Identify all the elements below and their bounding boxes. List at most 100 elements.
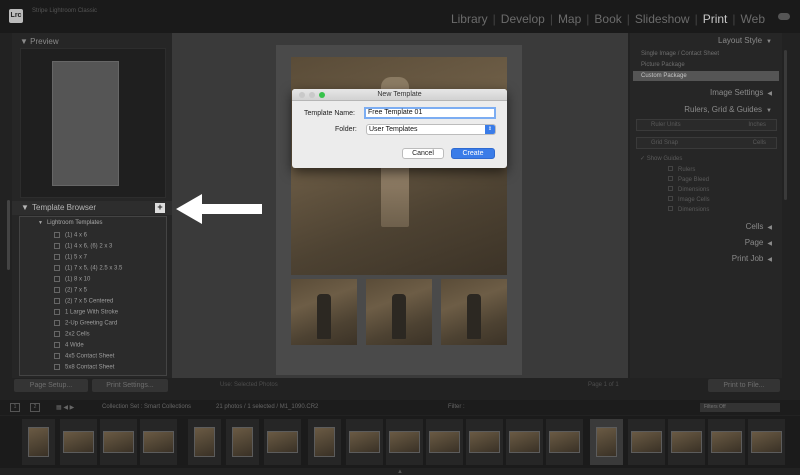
guide-option[interactable]: Image Cells: [668, 196, 710, 203]
print-settings-button[interactable]: Print Settings...: [92, 379, 168, 392]
expand-triangle-icon[interactable]: ◀: [767, 257, 772, 263]
template-name-input[interactable]: Free Template 01: [364, 107, 496, 119]
filmstrip-cell[interactable]: [628, 419, 665, 465]
filmstrip-cell[interactable]: [466, 419, 503, 465]
filmstrip-thumbnail[interactable]: [631, 431, 662, 453]
guide-option[interactable]: Dimensions: [668, 186, 709, 193]
rulers-grid-guides-header[interactable]: Rulers, Grid & Guides ▼: [684, 105, 772, 114]
cancel-button[interactable]: Cancel: [402, 148, 444, 159]
filmstrip-thumbnail[interactable]: [711, 431, 742, 453]
filmstrip-cell[interactable]: [346, 419, 383, 465]
template-item[interactable]: 4 Wide: [54, 342, 84, 349]
template-item[interactable]: 1 Large With Stroke: [54, 309, 118, 316]
collection-source[interactable]: Collection Set : Smart Collections: [102, 404, 191, 410]
page-2-button[interactable]: 2: [30, 403, 40, 412]
filmstrip-thumbnail[interactable]: [429, 431, 460, 453]
module-web[interactable]: Web: [736, 12, 770, 26]
filmstrip-cell[interactable]: [546, 419, 583, 465]
filmstrip-thumbnail[interactable]: [232, 427, 253, 457]
checkbox-icon[interactable]: [668, 186, 673, 191]
template-item[interactable]: (2) 7 x 5 Centered: [54, 298, 113, 305]
filmstrip-thumbnail[interactable]: [103, 431, 134, 453]
template-item[interactable]: 2-Up Greeting Card: [54, 320, 117, 327]
filmstrip-cell[interactable]: [308, 419, 341, 465]
page-setup-button[interactable]: Page Setup...: [14, 379, 88, 392]
checkbox-icon[interactable]: [668, 166, 673, 171]
filmstrip-thumbnail[interactable]: [596, 427, 617, 457]
filmstrip-cell[interactable]: [748, 419, 785, 465]
filmstrip-cell[interactable]: [386, 419, 423, 465]
template-item[interactable]: (1) 7 x 5, (4) 2.5 x 3.5: [54, 265, 122, 272]
module-map[interactable]: Map: [553, 12, 586, 26]
small-photo-cell[interactable]: [441, 279, 507, 345]
layout-style-custom-package[interactable]: Custom Package: [633, 71, 779, 81]
filmstrip-thumbnail[interactable]: [671, 431, 702, 453]
small-photo-cell[interactable]: [291, 279, 357, 345]
filmstrip-thumbnail[interactable]: [549, 431, 580, 453]
checkbox-icon[interactable]: [668, 176, 673, 181]
filmstrip-cell[interactable]: [226, 419, 259, 465]
folder-triangle-icon[interactable]: ▼: [38, 220, 43, 226]
filmstrip-thumbnail[interactable]: [314, 427, 335, 457]
filter-select[interactable]: Filters Off: [700, 403, 780, 412]
collapse-triangle-icon[interactable]: ▼: [766, 39, 772, 45]
page-1-button[interactable]: 1: [10, 403, 20, 412]
template-item[interactable]: 4x5 Contact Sheet: [54, 353, 114, 360]
template-item[interactable]: (2) 7 x 5: [54, 287, 87, 294]
layout-style-single-image[interactable]: Single Image / Contact Sheet: [633, 49, 779, 59]
filmstrip-thumbnail[interactable]: [143, 431, 174, 453]
layout-style-header[interactable]: Layout Style ▼: [718, 36, 772, 45]
expand-triangle-icon[interactable]: ◀: [767, 225, 772, 231]
preview-panel-title[interactable]: ▼ Preview: [20, 37, 59, 46]
checkbox-icon[interactable]: [668, 196, 673, 201]
expand-triangle-icon[interactable]: ◀: [767, 91, 772, 97]
module-book[interactable]: Book: [589, 12, 626, 26]
filmstrip-thumbnail[interactable]: [389, 431, 420, 453]
filmstrip-toggle-icon[interactable]: ▲: [397, 469, 403, 475]
add-template-button[interactable]: +: [155, 203, 165, 213]
right-panel-scrollbar[interactable]: [784, 50, 787, 200]
create-button[interactable]: Create: [451, 148, 495, 159]
guide-option[interactable]: Dimensions: [668, 206, 709, 213]
template-item[interactable]: 5x8 Contact Sheet: [54, 364, 114, 371]
template-browser-header[interactable]: ▼ Template Browser +: [12, 201, 172, 215]
filmstrip-thumbnail[interactable]: [194, 427, 215, 457]
print-to-file-button[interactable]: Print to File...: [708, 379, 780, 392]
select-arrows-icon[interactable]: ⇕: [485, 125, 495, 134]
cells-header[interactable]: Cells ◀: [746, 222, 772, 231]
folder-select[interactable]: User Templates ⇕: [366, 124, 496, 135]
filmstrip-thumbnail[interactable]: [509, 431, 540, 453]
filmstrip-cell[interactable]: [426, 419, 463, 465]
template-item[interactable]: (1) 8 x 10: [54, 276, 90, 283]
page-header[interactable]: Page ◀: [745, 238, 772, 247]
checkbox-icon[interactable]: [668, 206, 673, 211]
collapse-triangle-icon[interactable]: ▼: [766, 108, 772, 114]
filmstrip-thumbnail[interactable]: [349, 431, 380, 453]
grid-snap-field[interactable]: Grid Snap Cells: [636, 137, 777, 149]
module-develop[interactable]: Develop: [496, 12, 550, 26]
template-item[interactable]: (1) 4 x 6, (6) 2 x 3: [54, 243, 112, 250]
grid-view-icon[interactable]: ▦ ◀ ▶: [56, 404, 74, 411]
layout-style-picture-package[interactable]: Picture Package: [633, 60, 779, 70]
module-library[interactable]: Library: [446, 12, 493, 26]
module-slideshow[interactable]: Slideshow: [630, 12, 695, 26]
image-settings-header[interactable]: Image Settings ◀: [710, 88, 772, 97]
template-item[interactable]: (1) 5 x 7: [54, 254, 87, 261]
filmstrip-cell[interactable]: [264, 419, 301, 465]
filmstrip-cell[interactable]: [506, 419, 543, 465]
module-print[interactable]: Print: [698, 12, 733, 26]
filmstrip-cell[interactable]: [668, 419, 705, 465]
filmstrip-thumbnail[interactable]: [751, 431, 782, 453]
guide-option[interactable]: Page Bleed: [668, 176, 709, 183]
filmstrip-thumbnail[interactable]: [28, 427, 49, 457]
filmstrip-cell[interactable]: [100, 419, 137, 465]
filmstrip-cell-selected[interactable]: [590, 419, 623, 465]
print-job-header[interactable]: Print Job ◀: [732, 254, 772, 263]
filmstrip-thumbnail[interactable]: [63, 431, 94, 453]
left-panel-scrollbar[interactable]: [7, 200, 10, 270]
ruler-units-field[interactable]: Ruler Units Inches: [636, 119, 777, 131]
filmstrip-cell[interactable]: [140, 419, 177, 465]
template-item[interactable]: (1) 4 x 6: [54, 232, 87, 239]
filmstrip-thumbnail[interactable]: [469, 431, 500, 453]
cloud-icon[interactable]: [778, 13, 790, 20]
